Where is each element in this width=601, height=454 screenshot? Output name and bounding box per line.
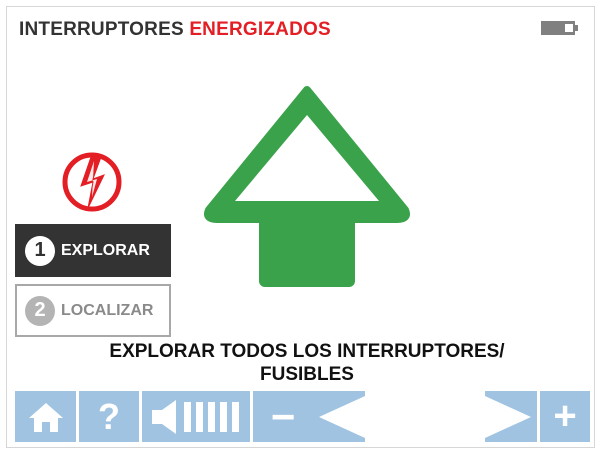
instruction-text: EXPLORAR TODOS LOS INTERRUPTORES/ FUSIBL… <box>47 340 567 386</box>
right-arrow-button[interactable] <box>485 391 537 442</box>
left-triangle-icon <box>319 395 365 438</box>
instruction-line-2: FUSIBLES <box>260 364 354 385</box>
plus-button[interactable]: + <box>540 391 590 442</box>
page-title: INTERRUPTORES ENERGIZADOS <box>19 19 331 41</box>
up-arrow-icon <box>204 86 410 287</box>
battery-icon <box>541 21 578 35</box>
value-display <box>365 391 485 442</box>
instruction-line-1: EXPLORAR TODOS LOS INTERRUPTORES/ <box>109 341 505 362</box>
explore-mode-button[interactable]: 1 EXPLORAR <box>15 224 171 277</box>
mode-number: 2 <box>25 295 55 326</box>
home-button[interactable] <box>15 391 76 442</box>
minus-label: − <box>270 392 296 440</box>
locate-mode-button[interactable]: 2 LOCALIZAR <box>15 284 171 337</box>
plus-label: + <box>553 394 577 438</box>
right-triangle-icon <box>485 395 531 438</box>
minus-button[interactable]: − <box>253 391 313 442</box>
bottom-toolbar: ? − + <box>15 391 590 442</box>
home-icon <box>28 402 63 432</box>
volume-icon <box>152 399 239 434</box>
device-screen: INTERRUPTORES ENERGIZADOS 1 EXPLORAR 2 L… <box>6 6 595 448</box>
volume-button[interactable] <box>142 391 250 442</box>
title-part-1: INTERRUPTORES <box>19 19 184 40</box>
high-voltage-warning-icon <box>62 152 122 212</box>
title-part-2: ENERGIZADOS <box>189 19 331 40</box>
left-arrow-button[interactable] <box>313 391 365 442</box>
mode-label: EXPLORAR <box>61 241 150 259</box>
help-button[interactable]: ? <box>79 391 139 442</box>
help-label: ? <box>98 395 120 437</box>
mode-label: LOCALIZAR <box>61 301 154 319</box>
mode-number: 1 <box>25 235 55 266</box>
